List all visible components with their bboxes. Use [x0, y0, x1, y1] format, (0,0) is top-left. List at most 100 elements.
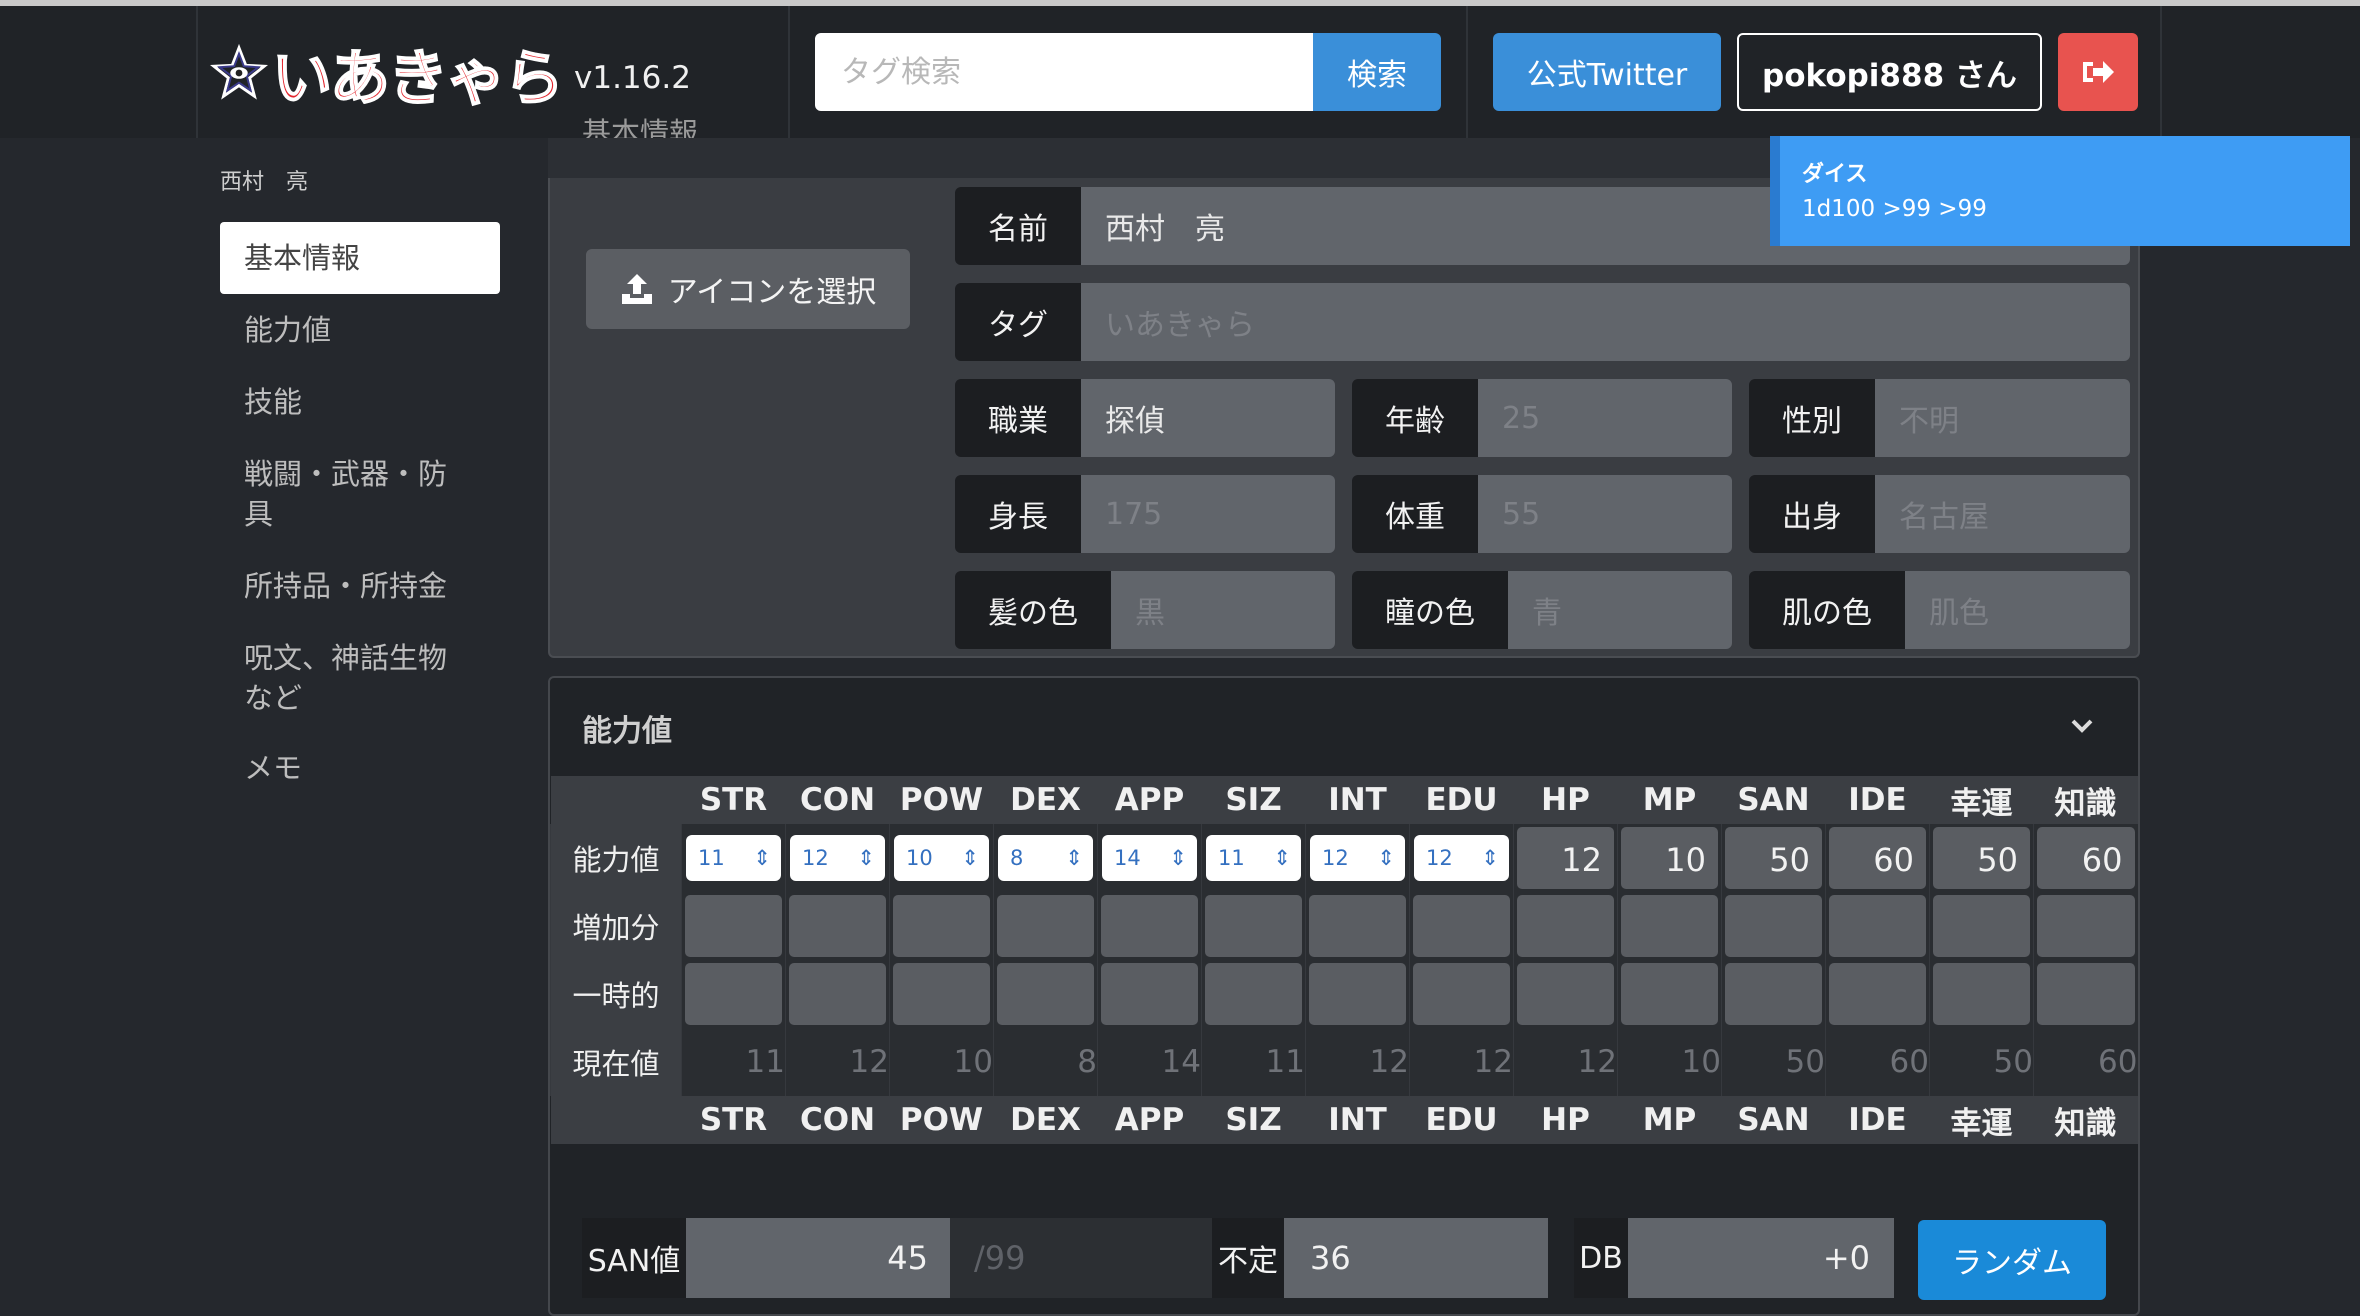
brand-logo[interactable]: いあきゃら v1.16.2 — [210, 38, 691, 115]
gender-field: 性別 不明 — [1749, 379, 2130, 457]
plus-input[interactable] — [2037, 895, 2135, 957]
table-row-temp: 一時的 — [550, 960, 2138, 1028]
logout-button[interactable] — [2058, 33, 2138, 111]
stat-value: 50 — [1725, 827, 1822, 889]
indefinite-field: 不定 36 — [1212, 1218, 1548, 1298]
sidebar-item-combat[interactable]: 戦闘・武器・防具 — [220, 454, 470, 534]
updown-icon: ⇕ — [1377, 846, 1395, 870]
temp-input[interactable] — [1517, 963, 1614, 1025]
stat-select[interactable]: 8 ⇕ — [998, 835, 1093, 881]
temp-input[interactable] — [789, 963, 886, 1025]
temp-input[interactable] — [1309, 963, 1406, 1025]
job-label: 職業 — [955, 379, 1081, 457]
tag-input[interactable]: いあきゃら — [1081, 283, 2130, 361]
plus-input[interactable] — [997, 895, 1094, 957]
stat-select[interactable]: 12 ⇕ — [1414, 835, 1509, 881]
plus-input[interactable] — [1205, 895, 1302, 957]
skin-label: 肌の色 — [1749, 571, 1905, 649]
twitter-button[interactable]: 公式Twitter — [1493, 33, 1721, 111]
current-value: 11 — [1201, 1028, 1306, 1096]
stat-value: 50 — [1933, 827, 2030, 889]
column-footer: DEX — [993, 1096, 1098, 1144]
current-value: 50 — [1721, 1028, 1826, 1096]
user-button[interactable]: pokopi888 さん — [1737, 33, 2042, 111]
stat-value: 60 — [1829, 827, 1926, 889]
db-field: DB +0 — [1574, 1218, 1894, 1298]
current-value: 10 — [1617, 1028, 1722, 1096]
stat-select[interactable]: 12 ⇕ — [1310, 835, 1405, 881]
stat-select[interactable]: 10 ⇕ — [894, 835, 989, 881]
plus-input[interactable] — [1517, 895, 1614, 957]
dice-toast[interactable]: ダイス 1d100 >99 >99 — [1770, 136, 2350, 246]
search-button[interactable]: 検索 — [1313, 33, 1441, 111]
icon-upload-button[interactable]: アイコンを選択 — [586, 249, 910, 329]
column-header: 知識 — [2033, 776, 2138, 824]
hair-input[interactable]: 黒 — [1111, 571, 1335, 649]
temp-input[interactable] — [685, 963, 782, 1025]
age-input[interactable]: 25 — [1478, 379, 1732, 457]
plus-input[interactable] — [789, 895, 886, 957]
random-button[interactable]: ランダム — [1918, 1220, 2106, 1300]
chevron-down-icon[interactable] — [2068, 712, 2096, 740]
height-input[interactable]: 175 — [1081, 475, 1335, 553]
plus-input[interactable] — [1725, 895, 1822, 957]
temp-input[interactable] — [1829, 963, 1926, 1025]
temp-input[interactable] — [1933, 963, 2030, 1025]
column-header: CON — [785, 776, 890, 824]
hair-field: 髪の色 黒 — [955, 571, 1335, 649]
skin-input[interactable]: 肌色 — [1905, 571, 2130, 649]
column-header: SIZ — [1201, 776, 1306, 824]
plus-input[interactable] — [1621, 895, 1718, 957]
column-header: 幸運 — [1929, 776, 2034, 824]
weight-input[interactable]: 55 — [1478, 475, 1732, 553]
temp-input[interactable] — [1725, 963, 1822, 1025]
column-header: POW — [889, 776, 994, 824]
temp-input[interactable] — [1101, 963, 1198, 1025]
stat-select[interactable]: 12 ⇕ — [790, 835, 885, 881]
stat-select[interactable]: 11 ⇕ — [1206, 835, 1301, 881]
eye-label: 瞳の色 — [1352, 571, 1508, 649]
plus-input[interactable] — [1309, 895, 1406, 957]
eye-input[interactable]: 青 — [1508, 571, 1732, 649]
column-footer: 幸運 — [1929, 1096, 2034, 1144]
nav-divider — [196, 6, 198, 138]
nav-divider — [1466, 6, 1468, 138]
row-label: 現在値 — [550, 1028, 682, 1096]
table-header-row: STR CON POW DEX APP SIZ INT EDU HP MP SA… — [550, 776, 2138, 824]
updown-icon: ⇕ — [1169, 846, 1187, 870]
plus-input[interactable] — [685, 895, 782, 957]
temp-input[interactable] — [2037, 963, 2135, 1025]
sidebar-item-spells[interactable]: 呪文、神話生物など — [220, 638, 470, 718]
sidebar-item-abilities[interactable]: 能力値 — [220, 310, 500, 350]
origin-input[interactable]: 名古屋 — [1875, 475, 2130, 553]
san-input[interactable]: 45 — [686, 1218, 950, 1298]
job-input[interactable]: 探偵 — [1081, 379, 1335, 457]
temp-input[interactable] — [1413, 963, 1510, 1025]
gender-input[interactable]: 不明 — [1875, 379, 2130, 457]
plus-input[interactable] — [893, 895, 990, 957]
db-input[interactable]: +0 — [1628, 1218, 1894, 1298]
column-header: STR — [681, 776, 786, 824]
stat-select[interactable]: 11 ⇕ — [686, 835, 781, 881]
temp-input[interactable] — [1205, 963, 1302, 1025]
stat-select[interactable]: 14 ⇕ — [1102, 835, 1197, 881]
temp-input[interactable] — [893, 963, 990, 1025]
sidebar-item-memo[interactable]: メモ — [220, 748, 500, 788]
tag-search-input[interactable] — [815, 33, 1315, 111]
plus-input[interactable] — [1829, 895, 1926, 957]
current-value: 10 — [889, 1028, 994, 1096]
indefinite-input[interactable]: 36 — [1284, 1218, 1548, 1298]
sidebar-item-basic[interactable]: 基本情報 — [220, 222, 500, 294]
temp-input[interactable] — [1621, 963, 1718, 1025]
current-value: 14 — [1097, 1028, 1202, 1096]
sidebar-item-inventory[interactable]: 所持品・所持金 — [220, 566, 500, 606]
current-value: 12 — [1305, 1028, 1410, 1096]
plus-input[interactable] — [1101, 895, 1198, 957]
temp-input[interactable] — [997, 963, 1094, 1025]
plus-input[interactable] — [1413, 895, 1510, 957]
column-header: APP — [1097, 776, 1202, 824]
current-value: 60 — [1825, 1028, 1930, 1096]
section-title-abilities: 能力値 — [582, 714, 672, 749]
sidebar-item-skills[interactable]: 技能 — [220, 382, 500, 422]
plus-input[interactable] — [1933, 895, 2030, 957]
